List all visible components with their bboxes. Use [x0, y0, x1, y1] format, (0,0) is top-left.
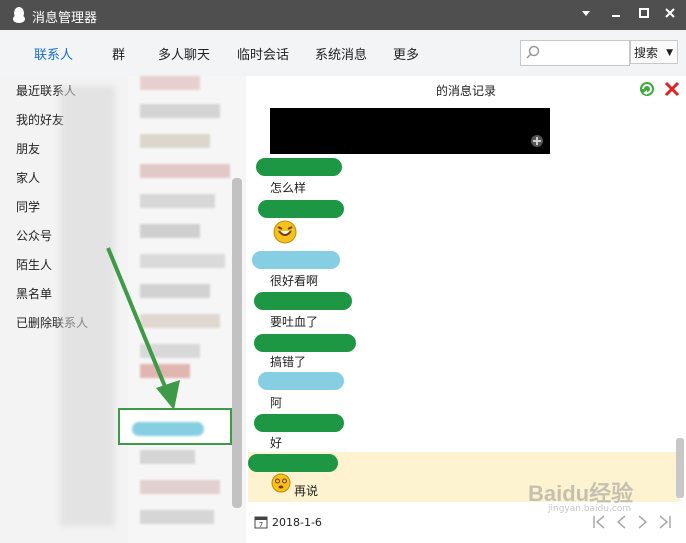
- contact-list-scrollbar[interactable]: [232, 178, 242, 508]
- svg-text:7: 7: [259, 521, 263, 529]
- sidebar-item-blacklist[interactable]: 黑名单: [16, 285, 52, 302]
- sidebar-item-family[interactable]: 家人: [16, 169, 40, 186]
- watermark-subtext: jingyan.baidu.com: [548, 504, 632, 514]
- sidebar-item-strangers[interactable]: 陌生人: [16, 256, 52, 273]
- sender-name-redacted: [256, 158, 342, 176]
- zoom-icon[interactable]: [530, 134, 544, 148]
- last-page-icon[interactable]: [658, 515, 672, 529]
- tab-temp-chat[interactable]: 临时会话: [237, 44, 289, 63]
- sidebar-item-friends[interactable]: 我的好友: [16, 111, 64, 128]
- message-record-title: 的消息记录: [435, 84, 496, 98]
- sender-name-redacted: [254, 292, 352, 310]
- tab-system-messages[interactable]: 系统消息: [315, 44, 367, 63]
- redacted-row: [140, 510, 214, 524]
- window-title: 消息管理器: [32, 11, 98, 26]
- search-button[interactable]: 搜索 ▼: [630, 40, 678, 64]
- contact-name-redacted: [132, 422, 204, 436]
- redacted-row: [140, 194, 215, 208]
- sender-name-redacted: [258, 372, 344, 390]
- maximize-button[interactable]: [634, 5, 654, 25]
- calendar-icon[interactable]: 7: [254, 515, 268, 529]
- search-box[interactable]: [520, 40, 630, 66]
- current-date: 2018-1-6: [272, 516, 322, 529]
- message-text: 搞错了: [270, 355, 307, 369]
- sidebar-item-official[interactable]: 公众号: [16, 227, 52, 244]
- prev-page-icon[interactable]: [614, 515, 628, 529]
- sidebar-item-classmates[interactable]: 同学: [16, 198, 40, 215]
- message-text: 阿: [270, 396, 283, 410]
- message-text: 再说: [294, 484, 319, 498]
- next-page-icon[interactable]: [636, 515, 650, 529]
- chevron-down-icon: ▼: [666, 48, 673, 58]
- close-button[interactable]: [660, 5, 680, 25]
- image-message[interactable]: [270, 108, 550, 154]
- redacted-row: [140, 480, 220, 494]
- sender-name-redacted: [258, 200, 344, 218]
- tab-multi-chat[interactable]: 多人聊天: [158, 44, 210, 63]
- tab-more[interactable]: 更多: [393, 44, 419, 63]
- message-text: 要吐血了: [270, 315, 319, 329]
- redacted-row: [140, 104, 220, 118]
- message-text: 怎么样: [270, 181, 307, 195]
- redacted-row: [140, 164, 230, 178]
- minimize-button[interactable]: [576, 5, 596, 25]
- redacted-row: [140, 134, 210, 148]
- search-input[interactable]: [543, 43, 629, 63]
- sender-name-redacted: [248, 454, 338, 472]
- minimize-window-button[interactable]: [606, 5, 626, 25]
- laughing-emoji-icon: [273, 220, 297, 244]
- message-text: 好: [270, 436, 283, 450]
- search-icon: [526, 45, 540, 59]
- sender-name-redacted: [252, 251, 340, 269]
- tab-contacts[interactable]: 联系人: [34, 44, 73, 63]
- annotation-arrow: [106, 247, 180, 410]
- tab-groups[interactable]: 群: [112, 44, 125, 63]
- message-panel: 的消息记录 怎么样 很好看啊 要吐血了 搞错了 阿 好 再说 7 2018-1-…: [246, 76, 686, 543]
- redacted-row: [140, 450, 195, 464]
- sender-name-redacted: [254, 334, 356, 352]
- search-button-label: 搜索: [634, 46, 659, 60]
- qq-penguin-icon: [13, 7, 25, 23]
- first-page-icon[interactable]: [592, 515, 606, 529]
- refresh-icon[interactable]: [638, 80, 656, 98]
- redacted-row: [140, 224, 200, 238]
- tab-bar: 联系人 群 多人聊天 临时会话 系统消息 更多 搜索 ▼: [0, 30, 686, 77]
- baidu-watermark: Baidu经验 jingyan.baidu.com: [528, 476, 678, 516]
- sender-name-redacted: [254, 414, 344, 432]
- dizzy-emoji-icon: [271, 473, 291, 493]
- message-text: 很好看啊: [270, 274, 319, 288]
- delete-icon[interactable]: [664, 81, 680, 97]
- sidebar-item-pals[interactable]: 朋友: [16, 140, 40, 157]
- title-bar: 消息管理器: [0, 0, 686, 30]
- redacted-row: [140, 76, 200, 90]
